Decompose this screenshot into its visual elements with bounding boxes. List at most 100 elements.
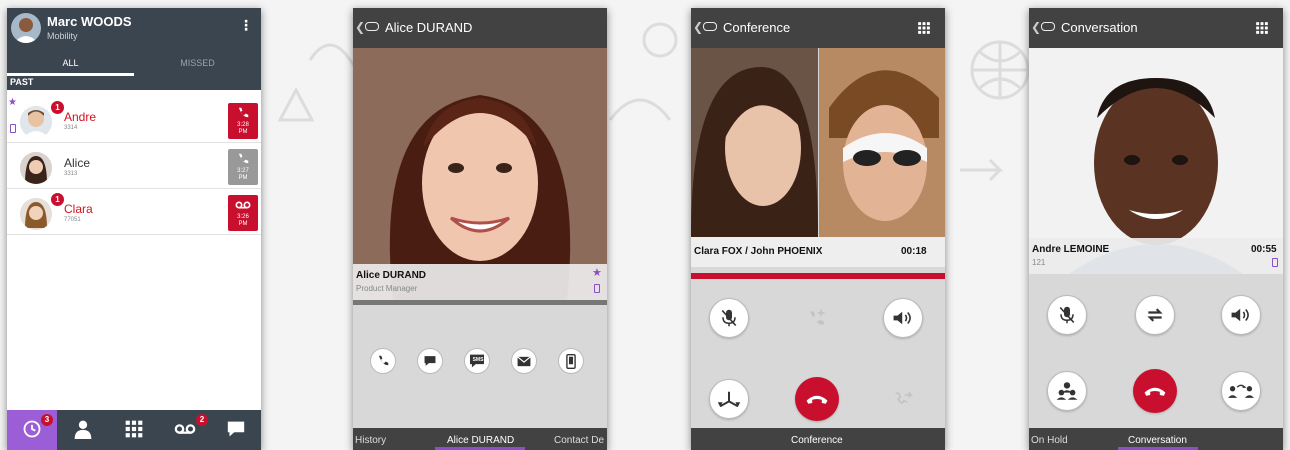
- call-time: 3:28 PM: [237, 122, 249, 135]
- callback-button[interactable]: 3:28 PM: [228, 103, 258, 139]
- tab-conversation[interactable]: Conversation: [1128, 435, 1187, 446]
- conference-progress-bar: [691, 273, 945, 279]
- chat-icon: [227, 421, 245, 437]
- transfer-button[interactable]: [1221, 371, 1261, 411]
- conference-button[interactable]: [1047, 371, 1087, 411]
- microphone-off-icon: [1059, 306, 1075, 324]
- nav-badge: 2: [196, 414, 208, 426]
- dialpad-icon[interactable]: [917, 21, 931, 40]
- chat-button[interactable]: [417, 348, 443, 374]
- back-icon[interactable]: ❮: [1031, 20, 1041, 34]
- unread-badge: 1: [51, 193, 64, 206]
- email-button[interactable]: [511, 348, 537, 374]
- tab-on-hold[interactable]: On Hold: [1031, 435, 1068, 446]
- contact-name: Alice: [64, 156, 91, 170]
- contact-name: Andre: [64, 110, 97, 124]
- contact-number: 3313: [64, 171, 78, 177]
- contact-role: Product Manager: [356, 284, 418, 293]
- user-avatar[interactable]: [11, 13, 41, 43]
- nav-voicemail[interactable]: 2: [160, 412, 210, 446]
- history-icon: [23, 420, 41, 438]
- nav-dialpad[interactable]: [109, 412, 159, 446]
- caller-name: Andre LEMOINE: [1032, 244, 1110, 255]
- phone-icon: [238, 107, 249, 118]
- tab-conference[interactable]: Conference: [791, 435, 843, 446]
- tab-history[interactable]: History: [355, 435, 386, 446]
- transfer-icon: [895, 391, 913, 405]
- tab-all[interactable]: ALL: [7, 58, 134, 68]
- favorite-star-icon: ★: [8, 97, 17, 108]
- nav-history[interactable]: 3: [7, 412, 57, 446]
- screen-title: Alice DURAND: [385, 20, 473, 35]
- hang-up-button[interactable]: [795, 377, 839, 421]
- app-logo-icon: [1041, 22, 1055, 31]
- hang-up-button[interactable]: [1133, 369, 1177, 413]
- avatar: [20, 198, 52, 230]
- contact-info-bar: Alice DURAND Product Manager ★: [353, 264, 607, 300]
- back-icon[interactable]: ❮: [355, 20, 365, 34]
- mobile-device-icon: [594, 284, 600, 293]
- mobile-button[interactable]: [558, 348, 584, 374]
- split-conference-button[interactable]: [709, 379, 749, 419]
- call-time: 3:26 PM: [237, 214, 249, 227]
- tab-contact-name[interactable]: Alice DURAND: [447, 435, 514, 446]
- call-icon: [378, 355, 389, 366]
- tab-missed[interactable]: MISSED: [134, 58, 261, 68]
- participants-names: Clara FOX / John PHOENIX: [694, 246, 823, 257]
- divider: [353, 300, 607, 305]
- add-call-icon: [810, 309, 825, 325]
- voicemail-button[interactable]: 3:26 PM: [228, 195, 258, 231]
- user-status: Mobility: [47, 31, 78, 41]
- participant-photo-clara: [691, 48, 818, 237]
- participant-photo-john: [819, 48, 945, 237]
- add-call-button[interactable]: [797, 298, 837, 338]
- back-icon[interactable]: ❮: [693, 20, 703, 34]
- tab-contact-details[interactable]: Contact De: [554, 435, 604, 446]
- conference-icon: [1056, 382, 1078, 400]
- mobile-icon: [566, 353, 576, 369]
- speaker-icon: [1231, 308, 1249, 322]
- call-log-item-alice[interactable]: Alice 3313 3:27 PM: [7, 144, 261, 189]
- overflow-menu-icon[interactable]: ⋮: [239, 17, 253, 34]
- swap-icon: [1147, 308, 1163, 322]
- call-timer: 00:55: [1251, 244, 1277, 255]
- dialpad-icon[interactable]: [1255, 21, 1269, 40]
- sms-label: SMS: [472, 357, 484, 363]
- avatar: [20, 106, 52, 138]
- callback-button[interactable]: 3:27 PM: [228, 149, 258, 185]
- transfer-icon: [1228, 384, 1254, 398]
- sms-button[interactable]: SMS: [464, 348, 490, 374]
- conference-info-bar: Clara FOX / John PHOENIX 00:18: [691, 237, 945, 267]
- call-log-screen: Marc WOODS Mobility ⋮ ALL MISSED PAST ★ …: [7, 8, 261, 450]
- call-log-item-andre[interactable]: ★ 1 Andre 3314 3:28 PM: [7, 97, 261, 143]
- conference-screen: ❮ Conference Clara FOX / John PHOENIX 00…: [691, 8, 945, 450]
- hang-up-icon: [806, 395, 828, 404]
- filter-tabs: ALL MISSED: [7, 48, 261, 76]
- mute-button[interactable]: [709, 298, 749, 338]
- dialpad-icon: [125, 420, 143, 438]
- mobile-device-icon: [10, 124, 16, 133]
- microphone-off-icon: [721, 309, 737, 327]
- voicemail-icon: [235, 201, 251, 209]
- nav-badge: 3: [41, 414, 53, 426]
- speaker-button[interactable]: [1221, 295, 1261, 335]
- split-call-icon: [717, 391, 741, 408]
- favorite-star-icon[interactable]: ★: [592, 266, 602, 279]
- phone-icon: [238, 153, 249, 164]
- call-button[interactable]: [370, 348, 396, 374]
- unread-badge: 1: [51, 101, 64, 114]
- app-logo-icon: [703, 22, 717, 31]
- mute-button[interactable]: [1047, 295, 1087, 335]
- call-log-item-clara[interactable]: 1 Clara 77051 3:26 PM: [7, 190, 261, 235]
- nav-chat[interactable]: [211, 412, 261, 446]
- speaker-button[interactable]: [883, 298, 923, 338]
- contact-name: Alice DURAND: [356, 270, 427, 281]
- transfer-button[interactable]: [883, 379, 923, 419]
- profile-header: [7, 8, 261, 48]
- speaker-icon: [893, 311, 911, 325]
- contacts-icon: [74, 420, 92, 439]
- nav-contacts[interactable]: [58, 412, 108, 446]
- avatar: [20, 152, 52, 184]
- hang-up-icon: [1144, 387, 1166, 396]
- swap-call-button[interactable]: [1135, 295, 1175, 335]
